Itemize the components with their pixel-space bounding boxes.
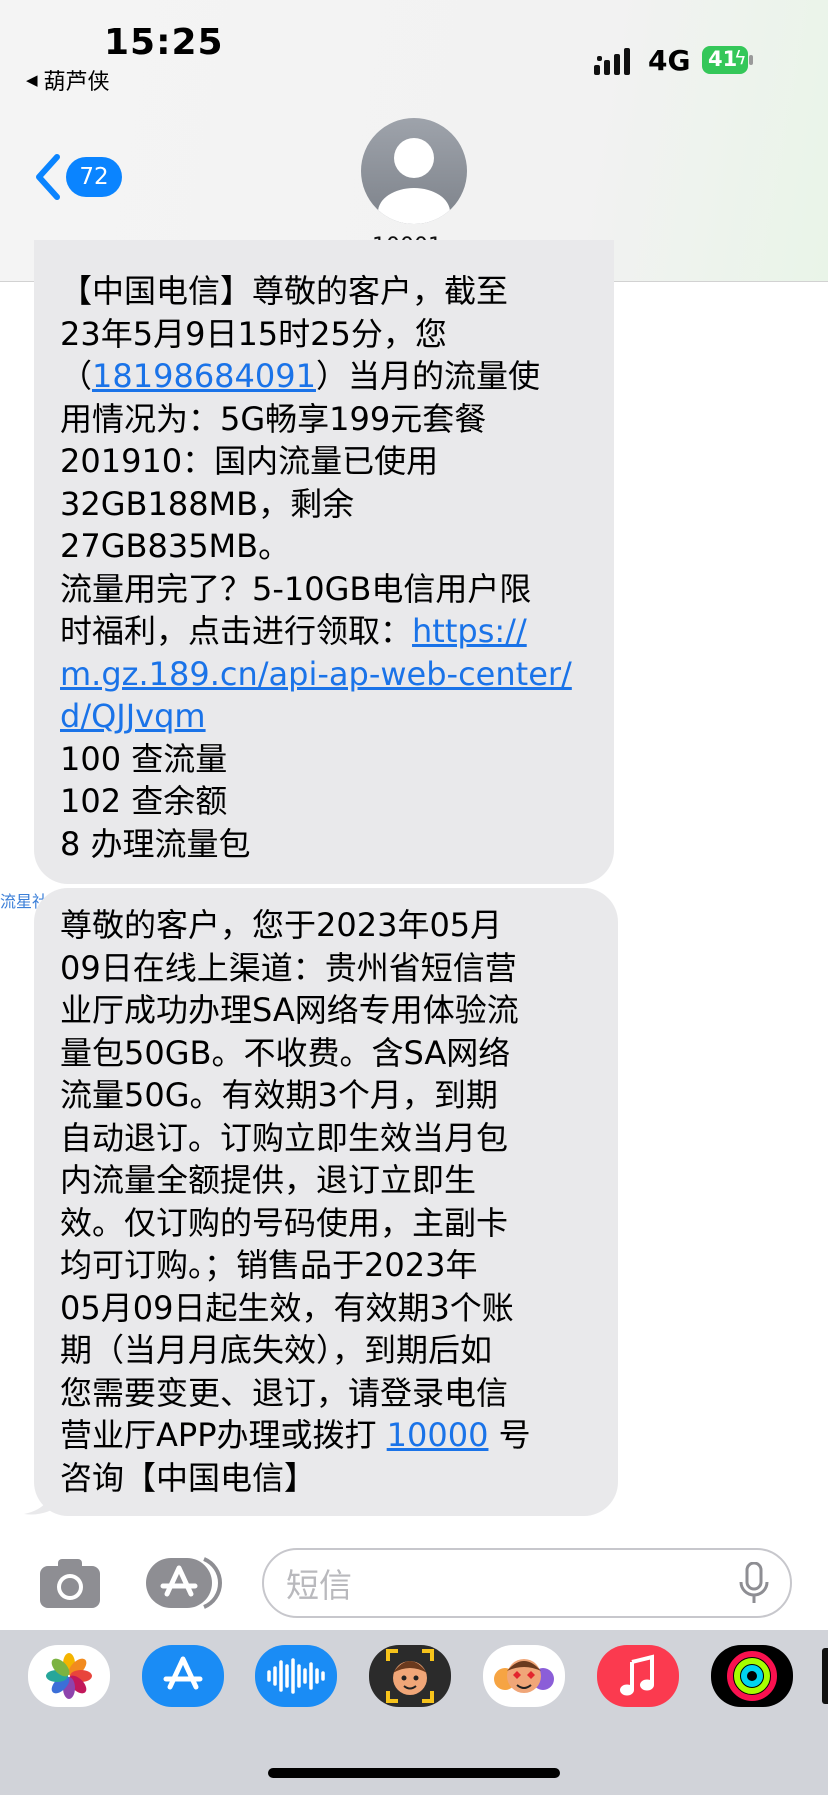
photos-icon[interactable] [28, 1645, 110, 1707]
message-line: 用情况为：5G畅享199元套餐 [60, 399, 487, 438]
camera-icon [40, 1559, 100, 1608]
status-time: 15:25 [104, 22, 224, 63]
phone-number-link[interactable]: 10000 [387, 1416, 489, 1454]
fitness-icon[interactable] [711, 1645, 793, 1707]
message-line: 05月09日起生效，有效期3个账 [60, 1288, 514, 1327]
music-icon[interactable] [597, 1645, 679, 1707]
message-input-placeholder: 短信 [286, 1566, 352, 1605]
app-store-icon[interactable] [142, 1645, 224, 1707]
apps-button[interactable] [146, 1556, 222, 1610]
back-triangle-icon: ◀ [26, 71, 38, 89]
message-line: 咨询【中国电信】 [60, 1458, 317, 1497]
back-app-label: 葫芦侠 [43, 70, 110, 95]
message-input[interactable]: 短信 [262, 1548, 792, 1618]
memoji-icon[interactable] [369, 1645, 451, 1707]
phone-number-link[interactable]: 18198684091 [92, 357, 316, 395]
charging-bolt-icon: ϟ [734, 47, 747, 69]
audio-message-icon[interactable] [255, 1645, 337, 1707]
message-line: 23年5月9日15时25分，您 [60, 314, 447, 353]
message-line: 自动退订。订购立即生效当月包 [60, 1118, 509, 1157]
message-line: 您需要变更、退订，请登录电信 [60, 1373, 509, 1412]
url-link[interactable]: https:// [412, 612, 527, 650]
message-line: （18198684091）当月的流量使 [60, 357, 540, 395]
dock-overflow-edge [822, 1648, 828, 1704]
animoji-stickers-icon[interactable] [483, 1645, 565, 1707]
url-link[interactable]: d/QJJvqm [60, 695, 614, 738]
unread-count-badge: 72 [66, 157, 122, 197]
message-bubble-1[interactable]: 【中国电信】尊敬的客户，截至 23年5月9日15时25分，您 （18198684… [34, 240, 614, 884]
message-line: 201910：国内流量已使用 [60, 442, 439, 480]
message-line: 期（当月月底失效），到期后如 [60, 1331, 493, 1369]
message-line: 流量用完了？5-10GB电信用户限 [60, 569, 532, 608]
person-icon [378, 138, 450, 224]
back-to-app[interactable]: ◀ 葫芦侠 [26, 64, 110, 96]
microphone-icon[interactable] [738, 1562, 770, 1604]
network-type: 4G [648, 44, 691, 77]
message-line: 【中国电信】尊敬的客户，截至 [60, 272, 509, 310]
message-line: 内流量全额提供，退订立即生 [60, 1161, 477, 1199]
url-link[interactable]: m.gz.189.cn/api-ap-web-center/ [60, 653, 614, 696]
battery-indicator: 41 ϟ [702, 46, 754, 74]
bubble-tail [24, 1478, 60, 1515]
chevron-left-icon [36, 154, 60, 200]
message-line: 32GB188MB，剩余 [60, 484, 355, 523]
message-line: 时福利，点击进行领取：https:// [60, 612, 527, 650]
message-line: 27GB835MB。 [60, 527, 291, 565]
message-line: 100 查流量 [60, 739, 228, 778]
home-indicator[interactable] [268, 1768, 560, 1778]
message-line: 102 查余额 [60, 782, 228, 820]
message-line: 09日在线上渠道：贵州省短信营 [60, 948, 517, 987]
back-button[interactable]: 72 [34, 154, 122, 200]
cellular-signal-icon [594, 48, 630, 75]
contact-avatar[interactable] [361, 118, 467, 224]
camera-button[interactable] [38, 1556, 102, 1610]
message-line: 业厅成功办理SA网络专用体验流 [60, 991, 519, 1029]
message-bubble-2[interactable]: 尊敬的客户，您于2023年05月 09日在线上渠道：贵州省短信营 业厅成功办理S… [34, 888, 618, 1516]
battery-level: 41 [708, 47, 738, 71]
message-line: 流量50G。有效期3个月，到期 [60, 1076, 498, 1114]
message-line: 8 办理流量包 [60, 824, 251, 863]
message-line: 营业厅APP办理或拨打 10000 号 [60, 1416, 531, 1454]
message-line: 量包50GB。不收费。含SA网络 [60, 1033, 511, 1072]
app-store-icon [146, 1557, 222, 1609]
message-line: 均可订购。；销售品于2023年 [60, 1246, 478, 1284]
message-line: 尊敬的客户，您于2023年05月 [60, 906, 503, 944]
message-line: 效。仅订购的号码使用，主副卡 [60, 1203, 509, 1242]
